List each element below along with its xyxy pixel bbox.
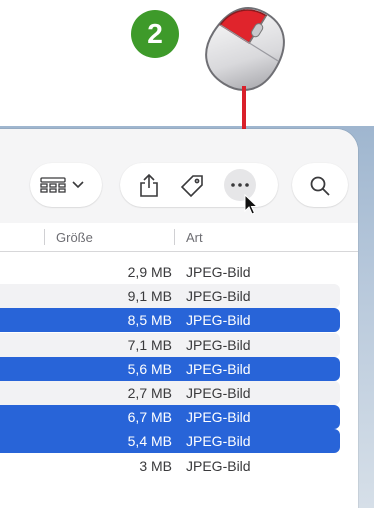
step-badge: 2 — [131, 10, 179, 58]
file-kind: JPEG-Bild — [186, 385, 251, 401]
table-row[interactable]: 6,7 MB JPEG-Bild — [0, 405, 340, 430]
grid-view-icon — [40, 177, 66, 193]
file-kind: JPEG-Bild — [186, 433, 251, 450]
table-row[interactable]: 2,9 MB JPEG-Bild — [0, 260, 340, 284]
file-size: 7,1 MB — [127, 336, 172, 353]
chevron-down-icon — [72, 181, 84, 189]
table-row[interactable]: 2,7 MB JPEG-Bild — [0, 381, 340, 405]
mouse-icon — [205, 7, 285, 91]
column-header-size[interactable]: Größe — [56, 230, 93, 245]
column-divider — [174, 229, 175, 245]
share-icon[interactable] — [138, 172, 160, 198]
more-ellipsis-icon — [231, 183, 249, 187]
file-size: 8,5 MB — [127, 312, 172, 329]
file-kind: JPEG-Bild — [186, 336, 251, 353]
file-kind: JPEG-Bild — [186, 360, 251, 377]
toolbar — [0, 129, 358, 223]
table-row[interactable]: 3 MB JPEG-Bild — [0, 454, 340, 478]
table-row[interactable]: 9,1 MB JPEG-Bild — [0, 284, 340, 309]
search-button[interactable] — [292, 163, 348, 207]
file-size: 9,1 MB — [127, 288, 172, 305]
search-icon — [310, 176, 330, 196]
tag-icon[interactable] — [180, 174, 204, 198]
column-divider — [44, 229, 45, 245]
file-size: 3 MB — [139, 457, 172, 474]
file-kind: JPEG-Bild — [186, 457, 251, 474]
view-options-button[interactable] — [30, 163, 102, 207]
file-size: 2,9 MB — [127, 264, 172, 280]
column-header-row: Größe Art — [0, 223, 358, 252]
table-row[interactable]: 7,1 MB JPEG-Bild — [0, 332, 340, 357]
finder-window: Größe Art 2,9 MB JPEG-Bild 9,1 MB JPEG-Bild… — [0, 129, 358, 508]
table-row[interactable]: 8,5 MB JPEG-Bild — [0, 308, 340, 333]
file-kind: JPEG-Bild — [186, 312, 251, 329]
column-header-kind[interactable]: Art — [186, 230, 203, 245]
file-size: 5,4 MB — [127, 433, 172, 450]
table-row[interactable]: 5,6 MB JPEG-Bild — [0, 356, 340, 381]
file-size: 5,6 MB — [127, 360, 172, 377]
file-kind: JPEG-Bild — [186, 288, 251, 305]
file-kind: JPEG-Bild — [186, 409, 251, 426]
file-kind: JPEG-Bild — [186, 264, 251, 280]
cursor-icon — [244, 194, 258, 215]
table-row[interactable]: 5,4 MB JPEG-Bild — [0, 429, 340, 454]
file-size: 6,7 MB — [127, 409, 172, 426]
file-size: 2,7 MB — [127, 385, 172, 401]
